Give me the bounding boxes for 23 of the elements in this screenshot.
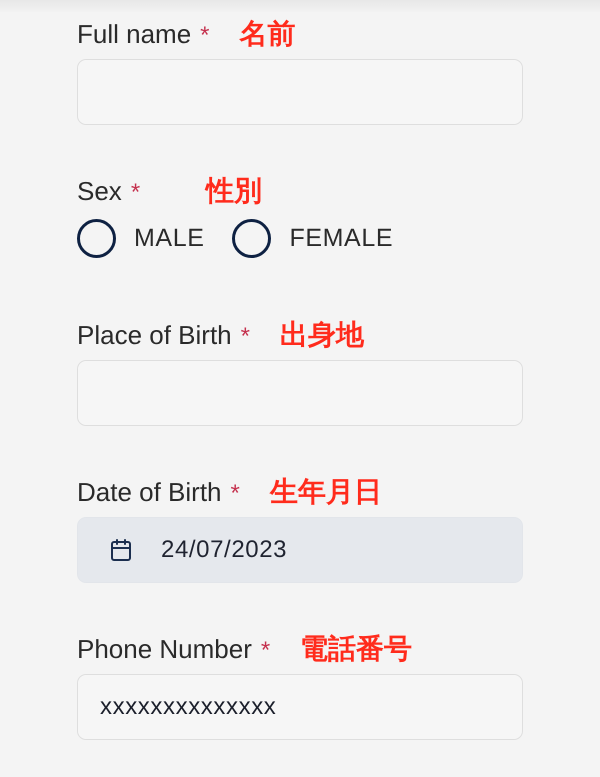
annotation-text: 生年月日 xyxy=(270,476,382,507)
required-asterisk: * xyxy=(200,21,210,51)
required-asterisk: * xyxy=(260,636,270,666)
annotation-text: 性別 xyxy=(206,175,262,206)
calendar-icon xyxy=(109,538,133,562)
option-label: FEMALE xyxy=(289,224,394,252)
text-input[interactable] xyxy=(77,59,523,125)
field-label: Date of Birth xyxy=(77,477,222,508)
text-input[interactable] xyxy=(77,360,523,426)
required-asterisk: * xyxy=(230,479,240,509)
radio-button[interactable] xyxy=(77,218,116,258)
required-asterisk: * xyxy=(130,178,140,208)
radio-button[interactable] xyxy=(232,218,272,258)
field-label: Full name xyxy=(77,19,192,50)
field-label: Place of Birth xyxy=(77,320,232,351)
annotation-text: 電話番号 xyxy=(300,633,412,664)
annotation-text: 名前 xyxy=(240,18,296,49)
field-label: Phone Number xyxy=(77,634,252,665)
option-label: MALE xyxy=(134,224,204,252)
required-asterisk: * xyxy=(240,322,250,352)
text-input[interactable]: xxxxxxxxxxxxxx xyxy=(77,674,523,740)
annotation-text: 出身地 xyxy=(280,319,364,350)
field-label: Sex xyxy=(77,176,122,207)
